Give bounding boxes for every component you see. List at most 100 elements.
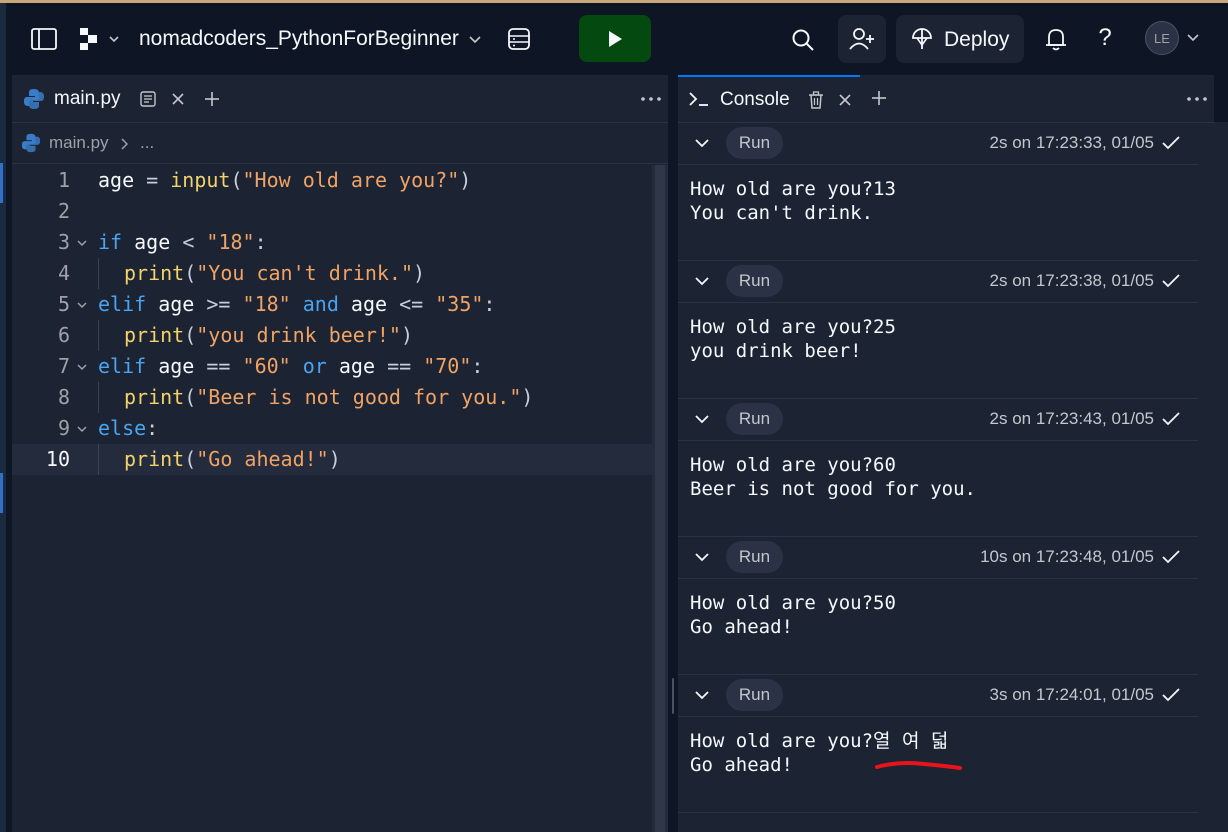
code-token: age [98, 168, 135, 192]
code-token: age [338, 292, 400, 316]
pane-divider[interactable] [668, 75, 678, 832]
code-token: ( [184, 447, 197, 471]
collapse-chevron-icon[interactable] [694, 689, 710, 701]
code-line[interactable]: 9 else: [12, 413, 652, 444]
code-line[interactable]: 3 if age < "18": [12, 227, 652, 258]
code-token: and [302, 292, 339, 316]
console-output-text: How old are you?13 You can't drink. [690, 178, 896, 224]
code-text: print("You can't drink.") [124, 258, 425, 289]
code-token: <= [399, 292, 424, 316]
code-text: age = input("How old are you?") [98, 165, 471, 196]
console-output-text: How old are you?25 you drink beer! [690, 316, 896, 362]
code-token: "18" [242, 292, 291, 316]
new-tab-plus-icon[interactable] [871, 90, 887, 106]
replit-logo-menu[interactable] [78, 27, 124, 51]
breadcrumb-file[interactable]: main.py [49, 133, 109, 153]
close-icon[interactable] [171, 92, 185, 106]
replit-logo-icon [80, 28, 119, 50]
run-badge: Run [726, 265, 783, 297]
fold-chevron-icon[interactable] [76, 421, 88, 440]
fold-chevron-icon[interactable] [76, 359, 88, 378]
fold-chevron-icon[interactable] [76, 235, 88, 254]
code-line[interactable]: 1 age = input("How old are you?") [12, 165, 652, 196]
breadcrumb-more[interactable]: ... [140, 133, 154, 153]
tab-console[interactable]: Console [678, 75, 860, 122]
chevron-down-icon[interactable] [467, 31, 483, 47]
code-line[interactable]: 2 [12, 196, 652, 227]
code-token: ) [413, 261, 426, 285]
code-text: elif age >= "18" and age <= "35": [98, 289, 495, 320]
more-options-icon[interactable] [1187, 97, 1207, 101]
code-token: ( [184, 261, 197, 285]
help-button[interactable]: ? [1094, 23, 1116, 53]
sidebar-toggle-icon[interactable] [30, 27, 58, 51]
run-button[interactable] [579, 15, 651, 62]
close-icon[interactable] [838, 93, 852, 107]
code-token: or [302, 354, 327, 378]
editor-tabbar: main.py [12, 75, 668, 123]
check-icon [1162, 688, 1180, 702]
deploy-label: Deploy [944, 28, 1010, 51]
code-token: print [124, 261, 185, 285]
avatar[interactable]: LE [1145, 21, 1179, 55]
trash-icon[interactable] [808, 91, 824, 109]
code-line[interactable]: 7 elif age == "60" or age == "70": [12, 351, 652, 382]
code-token: "Go ahead!" [196, 447, 329, 471]
resources-icon[interactable] [506, 26, 532, 52]
bell-icon[interactable] [1044, 26, 1068, 52]
console-entry: Run 2s on 17:23:43, 01/05 How old are you?… [678, 399, 1198, 537]
chevron-down-icon[interactable] [1186, 31, 1200, 43]
collapse-chevron-icon[interactable] [694, 413, 710, 425]
more-options-icon[interactable] [641, 97, 661, 101]
collapse-chevron-icon[interactable] [694, 137, 710, 149]
line-number: 4 [57, 261, 70, 285]
fold-chevron-icon[interactable] [76, 297, 88, 316]
editor-scrollbar-thumb[interactable] [655, 165, 665, 832]
file-doc-icon[interactable] [140, 91, 156, 107]
indent-guide [98, 382, 99, 413]
collapse-chevron-icon[interactable] [694, 551, 710, 563]
code-line[interactable]: 8 print("Beer is not good for you.") [12, 382, 652, 413]
invite-button[interactable] [838, 15, 886, 63]
check-icon [1162, 412, 1180, 426]
deploy-icon [910, 27, 934, 51]
play-icon [609, 30, 622, 47]
code-line[interactable]: 6 print("you drink beer!") [12, 320, 652, 351]
code-token: >= [206, 292, 231, 316]
code-line[interactable]: 10 print("Go ahead!") [12, 444, 652, 475]
repl-name[interactable]: nomadcoders_PythonForBeginner [139, 27, 459, 51]
search-icon[interactable] [790, 27, 816, 53]
edge-highlight [0, 163, 3, 203]
run-timestamp: 2s on 17:23:33, 01/05 [989, 133, 1154, 152]
console-scrollbar[interactable] [1214, 122, 1228, 832]
red-underline-annotation [875, 761, 962, 770]
pane-resize-handle[interactable] [672, 678, 674, 714]
run-timestamp: 3s on 17:24:01, 01/05 [989, 685, 1154, 704]
code-token: == [206, 354, 231, 378]
code-token: elif [98, 292, 147, 316]
line-number: 2 [57, 199, 70, 223]
console-entry: Run 10s on 17:23:48, 01/05 How old are you… [678, 537, 1198, 675]
tab-label: main.py [54, 88, 121, 109]
code-text: if age < "18": [98, 227, 267, 258]
new-tab-plus-icon[interactable] [204, 91, 220, 107]
code-line[interactable]: 4 print("You can't drink.") [12, 258, 652, 289]
code-token: input [170, 168, 231, 192]
terminal-prompt-icon [688, 91, 710, 107]
collapse-chevron-icon[interactable] [694, 275, 710, 287]
line-number: 6 [57, 323, 70, 347]
deploy-button[interactable]: Deploy [896, 15, 1024, 63]
code-token: age [146, 354, 207, 378]
code-token: "You can't drink." [196, 261, 414, 285]
console-entry: Run 2s on 17:23:33, 01/05 How old are you?… [678, 123, 1198, 261]
tab-main-py[interactable]: main.py [12, 75, 196, 122]
code-line[interactable]: 5 elif age >= "18" and age <= "35": [12, 289, 652, 320]
code-token: "Beer is not good for you." [196, 385, 522, 409]
run-timestamp: 10s on 17:23:48, 01/05 [980, 547, 1154, 566]
code-token: else [98, 416, 147, 440]
